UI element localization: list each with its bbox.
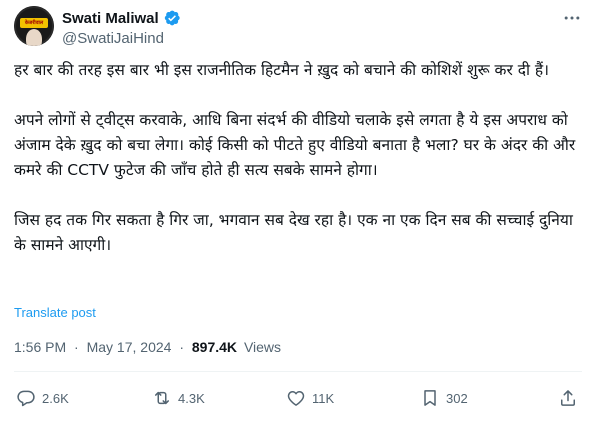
reply-button[interactable]: 2.6K (16, 386, 69, 410)
tweet-date[interactable]: May 17, 2024 (87, 339, 172, 355)
like-count: 11K (312, 390, 335, 406)
meta-separator: · (74, 339, 79, 355)
verified-badge-icon (164, 10, 180, 26)
avatar-badge: केजरीवाल (20, 18, 48, 28)
repost-count: 4.3K (178, 390, 205, 406)
like-button[interactable]: 11K (286, 386, 334, 410)
more-icon[interactable] (562, 8, 582, 28)
author-name-row[interactable]: Swati Maliwal (62, 9, 181, 27)
tweet-paragraph: हर बार की तरह इस बार भी इस राजनीतिक हिटम… (14, 61, 550, 79)
views-label: Views (243, 339, 282, 355)
tweet-text: हर बार की तरह इस बार भी इस राजनीतिक हिटम… (14, 58, 580, 258)
tweet-meta: 1:56 PM · May 17, 2024 · 897.4K Views (14, 339, 281, 355)
bookmark-button[interactable]: 302 (420, 386, 468, 410)
repost-icon (155, 391, 169, 405)
author-name[interactable]: Swati Maliwal (62, 10, 159, 27)
tweet-time[interactable]: 1:56 PM (14, 339, 66, 355)
divider (14, 371, 582, 372)
translate-post-link[interactable]: Translate post (14, 305, 96, 320)
tweet-card: केजरीवाल Swati Maliwal @SwatiJaiHind हर … (0, 0, 596, 424)
author-handle[interactable]: @SwatiJaiHind (62, 30, 164, 47)
avatar[interactable]: केजरीवाल (14, 6, 54, 46)
bookmark-icon (424, 390, 436, 406)
reply-icon (17, 390, 35, 407)
repost-button[interactable]: 4.3K (152, 386, 205, 410)
tweet-paragraph: जिस हद तक गिर सकता है गिर जा, भगवान सब द… (14, 211, 573, 254)
avatar-face (26, 29, 42, 46)
meta-separator: · (179, 339, 184, 355)
views-count[interactable]: 897.4K (192, 339, 237, 355)
action-bar: 2.6K 4.3K 11K 302 (14, 386, 582, 410)
like-icon (287, 391, 305, 406)
reply-count: 2.6K (42, 390, 69, 406)
share-button[interactable] (558, 386, 578, 410)
bookmark-count: 302 (446, 390, 468, 406)
tweet-paragraph: अपने लोगों से ट्वीट्स करवाके, आधि बिना स… (14, 111, 576, 179)
share-icon (561, 390, 575, 406)
